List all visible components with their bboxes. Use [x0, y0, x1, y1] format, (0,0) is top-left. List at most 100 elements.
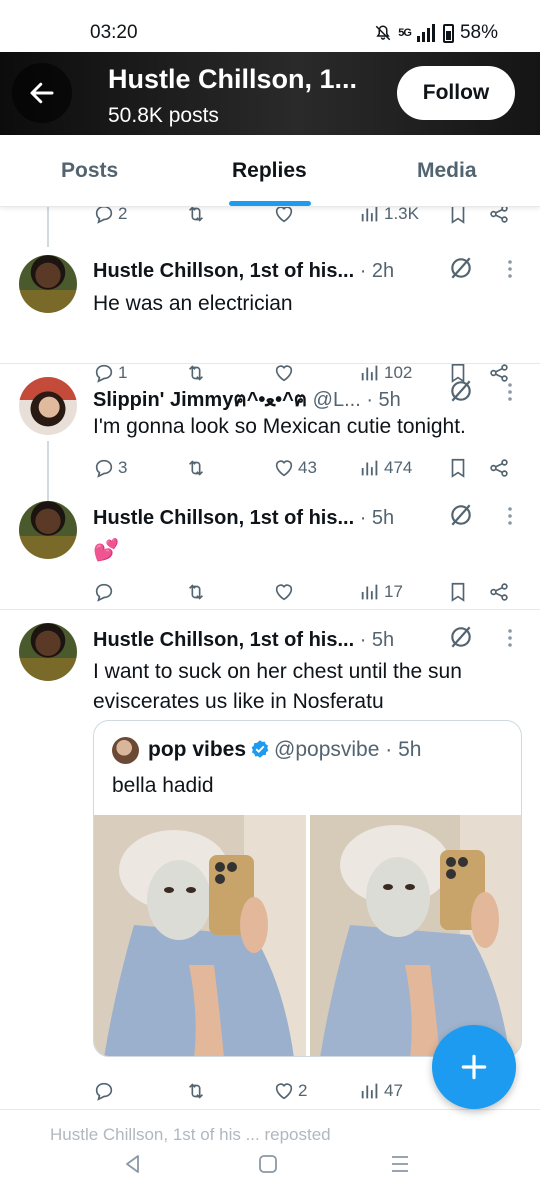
tweet-emoji: 💕: [93, 539, 120, 562]
mute-icon: [376, 25, 391, 41]
avatar[interactable]: [19, 377, 77, 435]
profile-tabs: Posts Replies Media: [0, 135, 540, 207]
grok-icon[interactable]: [448, 378, 474, 404]
battery-level: 58%: [459, 22, 498, 43]
more-options-icon[interactable]: [504, 382, 516, 402]
more-options-icon[interactable]: [504, 506, 516, 526]
back-button[interactable]: [12, 63, 72, 123]
tweet-text: I want to suck on her chest until the su…: [93, 660, 462, 713]
quoted-author: pop vibes @popsvibe · 5h: [148, 738, 422, 761]
quoted-photo-1[interactable]: [94, 815, 306, 1056]
bookmark-button[interactable]: [447, 579, 469, 605]
tweet-author[interactable]: Hustle Chillson, 1st of his... · 2h: [93, 260, 394, 283]
quoted-photo-2[interactable]: [310, 815, 521, 1056]
divider: [0, 1109, 540, 1110]
home-nav-icon[interactable]: [257, 1153, 279, 1175]
tweet-author[interactable]: Slippin' Jimmyฅ^•ﻌ•^ฅ @L... · 5h: [93, 383, 401, 415]
compose-button[interactable]: [432, 1025, 516, 1109]
retweet-icon: [188, 584, 204, 600]
tab-replies[interactable]: Replies: [232, 159, 307, 183]
system-nav-bar: Hustle Chillson, 1st of his ... reposted: [0, 1117, 540, 1199]
like-button[interactable]: 43: [273, 455, 317, 481]
thread-line: [47, 207, 49, 247]
back-nav-icon[interactable]: [122, 1153, 144, 1175]
like-button[interactable]: [273, 579, 295, 605]
tab-posts[interactable]: Posts: [61, 159, 118, 183]
reply-button[interactable]: [93, 1078, 115, 1104]
more-options-icon[interactable]: [504, 628, 516, 648]
avatar[interactable]: [19, 623, 77, 681]
like-button[interactable]: [273, 207, 295, 227]
tweet-author[interactable]: Hustle Chillson, 1st of his... · 5h: [93, 629, 394, 652]
battery-icon: [442, 23, 454, 43]
retweet-button[interactable]: [185, 579, 207, 605]
network-type: 5G: [398, 27, 412, 39]
heart-icon: [275, 460, 293, 477]
status-icons: 5G 58%: [374, 22, 498, 44]
share-button[interactable]: [488, 455, 510, 481]
views-icon: [361, 1083, 378, 1099]
active-tab-indicator: [229, 201, 311, 206]
avatar[interactable]: [19, 501, 77, 559]
grok-icon[interactable]: [448, 624, 474, 650]
views-button[interactable]: 47: [359, 1078, 403, 1104]
tweet-text: I'm gonna look so Mexican cutie tonight.: [93, 415, 466, 438]
bookmark-icon: [451, 207, 465, 224]
profile-header: Hustle Chillson, 1... 50.8K posts Follow: [0, 52, 540, 135]
post-count: 50.8K posts: [108, 104, 219, 127]
reply-button[interactable]: 2: [93, 207, 127, 227]
retweet-icon: [188, 460, 204, 476]
reply-icon: [95, 207, 113, 224]
quoted-tweet[interactable]: pop vibes @popsvibe · 5h bella hadid: [93, 720, 522, 1057]
grok-icon[interactable]: [448, 255, 474, 281]
reply-icon: [95, 583, 113, 602]
tweet[interactable]: Hustle Chillson, 1st of his... · 5h 💕 17: [0, 488, 540, 608]
reply-icon: [95, 459, 113, 478]
views-button[interactable]: 1.3K: [359, 207, 419, 227]
views-button[interactable]: 474: [359, 455, 412, 481]
share-button[interactable]: [488, 579, 510, 605]
tweet-partial: 2 1.3K: [0, 207, 540, 247]
retweet-button[interactable]: [185, 1078, 207, 1104]
retweet-icon: [188, 1083, 204, 1099]
tab-media[interactable]: Media: [417, 159, 477, 183]
back-arrow-icon: [30, 82, 54, 104]
more-options-icon[interactable]: [504, 259, 516, 279]
photo-2: [310, 815, 521, 1056]
tweet-author[interactable]: Hustle Chillson, 1st of his... · 5h: [93, 507, 394, 530]
tweet-text: He was an electrician: [93, 292, 293, 315]
recents-nav-icon[interactable]: [389, 1153, 411, 1175]
reply-icon: [95, 1082, 113, 1101]
heart-icon: [275, 207, 293, 223]
share-button[interactable]: [488, 207, 510, 227]
reply-button[interactable]: 3: [93, 455, 127, 481]
views-icon: [361, 207, 378, 222]
quoted-text: bella hadid: [112, 774, 214, 797]
bookmark-icon: [451, 582, 465, 602]
status-time: 03:20: [90, 22, 138, 43]
views-button[interactable]: 17: [359, 579, 403, 605]
views-icon: [361, 460, 378, 476]
status-bar: 03:20 5G 58%: [0, 0, 540, 52]
views-icon: [361, 584, 378, 600]
signal-icon: [416, 24, 435, 42]
grok-icon[interactable]: [448, 502, 474, 528]
follow-button[interactable]: Follow: [397, 66, 515, 120]
replies-feed[interactable]: 2 1.3K Hustle Chillson, 1st of his... · …: [0, 207, 540, 1117]
bookmark-button[interactable]: [447, 455, 469, 481]
tweet-actions: 17: [93, 579, 523, 605]
like-button[interactable]: 2: [273, 1078, 307, 1104]
quoted-avatar: [112, 737, 139, 764]
retweet-button[interactable]: [185, 455, 207, 481]
avatar[interactable]: [19, 255, 77, 313]
tweet-actions: 2 1.3K: [93, 207, 523, 227]
heart-icon: [275, 1083, 293, 1100]
bookmark-button[interactable]: [447, 207, 469, 227]
retweet-button[interactable]: [185, 207, 207, 227]
reply-button[interactable]: [93, 579, 115, 605]
tweet[interactable]: Hustle Chillson, 1st of his... · 2h He w…: [0, 243, 540, 383]
tweet-actions: 3 43 474: [93, 455, 523, 481]
share-icon: [490, 207, 508, 223]
next-tweet-peek: Hustle Chillson, 1st of his ... reposted: [50, 1125, 331, 1144]
plus-icon: [461, 1054, 487, 1080]
